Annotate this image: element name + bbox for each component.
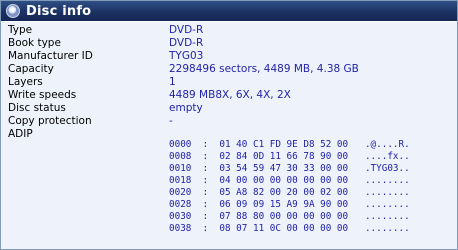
- title-bar: Disc info: [1, 1, 457, 21]
- hex-dump-line: 0010 : 03 54 59 47 30 33 00 00 .TYG03..: [169, 163, 410, 174]
- field-value: DVD-R: [169, 24, 204, 36]
- field-label: Copy protection: [8, 115, 92, 127]
- adip-hex-dump: 0000 : 01 40 C1 FD 9E D8 52 00 .@....R. …: [169, 139, 410, 235]
- hex-bytes: 02 84 0D 11 66 78 90 00: [219, 151, 349, 162]
- hex-offset: 0028: [169, 199, 192, 210]
- field-value: 2298496 sectors, 4489 MB, 4.38 GB: [169, 63, 359, 75]
- field-label: Disc status: [8, 102, 66, 114]
- hex-ascii: ........: [364, 175, 410, 186]
- hex-dump-line: 0000 : 01 40 C1 FD 9E D8 52 00 .@....R.: [169, 139, 410, 150]
- hex-offset: 0030: [169, 211, 192, 222]
- hex-offset: 0038: [169, 223, 192, 234]
- hex-ascii: ........: [364, 223, 410, 234]
- hex-dump-line: 0028 : 06 09 09 15 A9 9A 90 00 ........: [169, 199, 410, 210]
- hex-dump-line: 0020 : 05 A8 82 00 20 00 02 00 ........: [169, 187, 410, 198]
- disc-info-window: Disc info Type DVD-R Book type DVD-R Man…: [0, 0, 458, 250]
- field-value: empty: [169, 102, 203, 114]
- hex-offset: 0000: [169, 139, 192, 150]
- hex-offset: 0008: [169, 151, 192, 162]
- field-value: -: [169, 115, 173, 127]
- hex-ascii: .TYG03..: [364, 163, 410, 174]
- hex-dump-line: 0008 : 02 84 0D 11 66 78 90 00 ....fx..: [169, 151, 410, 162]
- hex-offset: 0020: [169, 187, 192, 198]
- field-value: 4489 MB8X, 6X, 4X, 2X: [169, 89, 291, 101]
- window-title: Disc info: [26, 3, 92, 19]
- disc-info-panel: Type DVD-R Book type DVD-R Manufacturer …: [1, 22, 457, 249]
- hex-ascii: ........: [364, 211, 410, 222]
- field-label: ADIP: [8, 128, 33, 140]
- field-label: Layers: [8, 76, 43, 88]
- hex-dump-line: 0038 : 08 07 11 0C 00 00 00 00 ........: [169, 223, 410, 234]
- field-label: Write speeds: [8, 89, 77, 101]
- hex-offset: 0010: [169, 163, 192, 174]
- hex-dump-line: 0030 : 07 88 80 00 00 00 00 00 ........: [169, 211, 410, 222]
- hex-bytes: 08 07 11 0C 00 00 00 00: [219, 223, 349, 234]
- field-value: TYG03: [169, 50, 204, 62]
- hex-ascii: ........: [364, 187, 410, 198]
- hex-offset: 0018: [169, 175, 192, 186]
- hex-bytes: 01 40 C1 FD 9E D8 52 00: [219, 139, 349, 150]
- field-value: DVD-R: [169, 37, 204, 49]
- hex-ascii: ........: [364, 199, 410, 210]
- hex-ascii: ....fx..: [364, 151, 410, 162]
- disc-info-icon: [6, 4, 20, 18]
- hex-dump-line: 0018 : 04 00 00 00 00 00 00 00 ........: [169, 175, 410, 186]
- field-label: Type: [8, 24, 33, 36]
- hex-bytes: 04 00 00 00 00 00 00 00: [219, 175, 349, 186]
- field-value: 1: [169, 76, 176, 88]
- hex-ascii: .@....R.: [364, 139, 410, 150]
- field-label: Capacity: [8, 63, 54, 75]
- hex-bytes: 06 09 09 15 A9 9A 90 00: [219, 199, 349, 210]
- hex-bytes: 07 88 80 00 00 00 00 00: [219, 211, 349, 222]
- field-label: Manufacturer ID: [8, 50, 93, 62]
- hex-bytes: 03 54 59 47 30 33 00 00: [219, 163, 349, 174]
- field-label: Book type: [8, 37, 61, 49]
- hex-bytes: 05 A8 82 00 20 00 02 00: [219, 187, 349, 198]
